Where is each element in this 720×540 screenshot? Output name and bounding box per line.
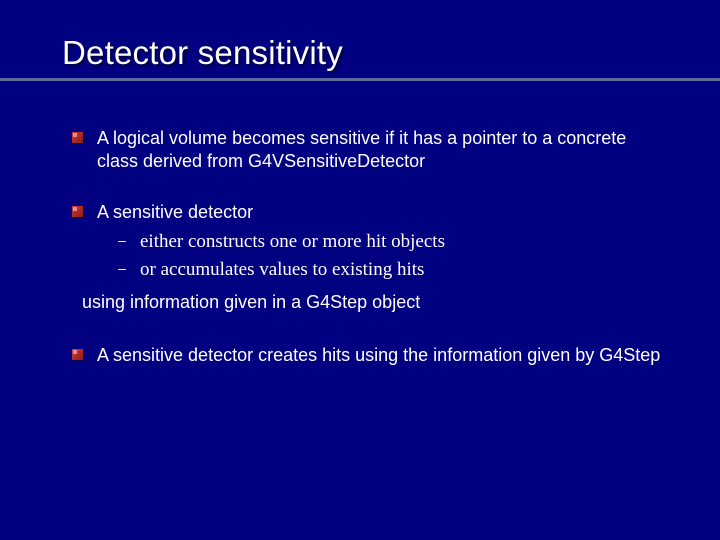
continuation-text: using information given in a G4Step obje… (82, 291, 664, 314)
bullet-icon (72, 349, 83, 360)
sub-text: or accumulates values to existing hits (140, 258, 664, 282)
sub-item: – or accumulates values to existing hits (116, 258, 664, 282)
slide: Detector sensitivity A logical volume be… (0, 0, 720, 540)
bullet-icon (72, 206, 83, 217)
slide-body: A logical volume becomes sensitive if it… (62, 127, 670, 367)
title-underline (0, 78, 720, 81)
sub-item: – either constructs one or more hit obje… (116, 230, 664, 254)
dash-icon: – (116, 258, 128, 279)
bullet-text: A logical volume becomes sensitive if it… (97, 127, 664, 173)
sub-list: – either constructs one or more hit obje… (116, 230, 664, 283)
sub-text: either constructs one or more hit object… (140, 230, 664, 254)
bullet-text: A sensitive detector creates hits using … (97, 344, 664, 367)
bullet-text: A sensitive detector (97, 201, 664, 224)
bullet-item: A sensitive detector (72, 201, 664, 224)
dash-icon: – (116, 230, 128, 251)
slide-title: Detector sensitivity (62, 34, 670, 72)
bullet-item: A sensitive detector creates hits using … (72, 344, 664, 367)
bullet-icon (72, 132, 83, 143)
bullet-item: A logical volume becomes sensitive if it… (72, 127, 664, 173)
